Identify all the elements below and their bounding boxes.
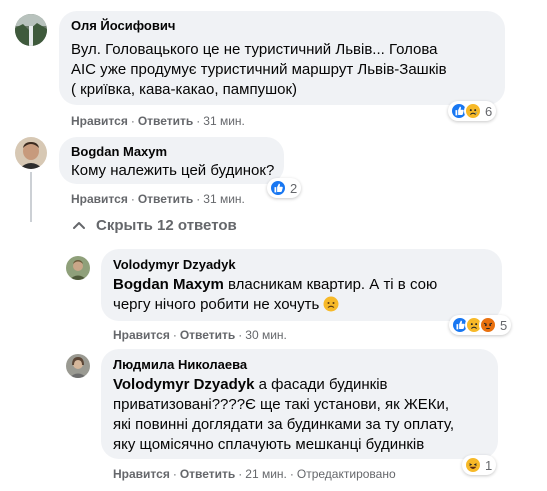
sad-icon xyxy=(464,102,482,120)
timestamp[interactable]: 21 мин. xyxy=(245,467,287,481)
separator: · xyxy=(172,328,177,342)
comment-author[interactable]: Bogdan Maxym xyxy=(71,144,167,159)
reply-button[interactable]: Ответить xyxy=(180,467,235,481)
comment-text-line: ( криївка, кава-какао, пампушок) xyxy=(71,81,298,98)
hide-replies-label: Скрыть 12 ответов xyxy=(96,217,237,234)
comment-text-line: власникам квартир. А ті в сою xyxy=(223,276,438,293)
timestamp[interactable]: 31 мин. xyxy=(203,192,245,206)
comment-actions: Нравится · Ответить · 31 мин. xyxy=(71,114,245,128)
reaction-count: 6 xyxy=(485,103,493,119)
reply-button[interactable]: Ответить xyxy=(138,114,193,128)
reply-button[interactable]: Ответить xyxy=(138,192,193,206)
avatar[interactable] xyxy=(15,137,47,169)
edited-label: Отредактировано xyxy=(296,467,396,481)
separator: · xyxy=(238,467,243,481)
comment-text-line: Вул. Головацького це не туристичний Льві… xyxy=(71,41,438,58)
comment-text: Кому належить цей будинок? xyxy=(71,162,275,179)
comment-actions: Нравится · Ответить · 30 мин. xyxy=(113,328,287,342)
mention-link[interactable]: Bogdan Maxym xyxy=(113,276,224,293)
reaction-summary[interactable]: 6 xyxy=(448,101,497,121)
avatar[interactable] xyxy=(66,354,90,378)
angry-icon xyxy=(479,316,497,334)
reaction-count: 5 xyxy=(500,317,508,333)
like-button[interactable]: Нравится xyxy=(71,192,128,206)
haha-icon xyxy=(464,456,482,474)
thread-line xyxy=(30,172,32,222)
comment-text-line: які повинні доглядати за будинками за ту… xyxy=(113,416,455,433)
reply-button[interactable]: Ответить xyxy=(180,328,235,342)
separator: · xyxy=(130,114,135,128)
comment-text: Bogdan Maxym власникам квартир. А ті в с… xyxy=(113,275,498,315)
separator: · xyxy=(196,114,201,128)
separator: · xyxy=(196,192,201,206)
separator: · xyxy=(130,192,135,206)
timestamp[interactable]: 31 мин. xyxy=(203,114,245,128)
like-button[interactable]: Нравится xyxy=(113,467,170,481)
reaction-summary[interactable]: 5 xyxy=(449,315,512,335)
reaction-count: 1 xyxy=(485,457,493,473)
separator: · xyxy=(289,467,294,481)
like-button[interactable]: Нравится xyxy=(113,328,170,342)
timestamp[interactable]: 30 мин. xyxy=(245,328,287,342)
comment-text-line: яку щомісячно сплачують мешканці будинкі… xyxy=(113,436,425,453)
comment-actions: Нравится · Ответить · 31 мин. xyxy=(71,192,245,206)
comment-author[interactable]: Volodymyr Dzyadyk xyxy=(113,257,236,272)
hide-replies-button[interactable]: Скрыть 12 ответов xyxy=(72,217,237,234)
separator: · xyxy=(238,328,243,342)
separator: · xyxy=(172,467,177,481)
comment-text-line: АІС уже продумує туристичний маршрут Льв… xyxy=(71,61,447,78)
comment-actions: Нравится · Ответить · 21 мин. · Отредактирован… xyxy=(113,467,396,481)
sad-face-icon xyxy=(323,296,339,312)
comment-text-line: чергу нічого робити не хочуть xyxy=(113,296,320,313)
mention-link[interactable]: Volodymyr Dzyadyk xyxy=(113,376,254,393)
reaction-summary[interactable]: 1 xyxy=(462,455,497,475)
comment-text-line: а фасади будинків xyxy=(254,376,388,393)
comment-text: Вул. Головацького це не туристичний Льві… xyxy=(71,40,501,100)
reaction-count: 2 xyxy=(290,180,298,196)
like-icon xyxy=(269,179,287,197)
comment-text-line: приватизовані????Є ще такі установи, як … xyxy=(113,396,449,413)
comment-text: Volodymyr Dzyadyk а фасади будинків прив… xyxy=(113,375,493,455)
comment-author[interactable]: Людмила Николаева xyxy=(113,357,247,372)
chevron-up-icon xyxy=(73,221,85,229)
like-button[interactable]: Нравится xyxy=(71,114,128,128)
avatar[interactable] xyxy=(15,14,47,46)
comment-author[interactable]: Оля Йосифович xyxy=(71,18,175,33)
avatar[interactable] xyxy=(66,256,90,280)
reaction-summary[interactable]: 2 xyxy=(267,178,302,198)
